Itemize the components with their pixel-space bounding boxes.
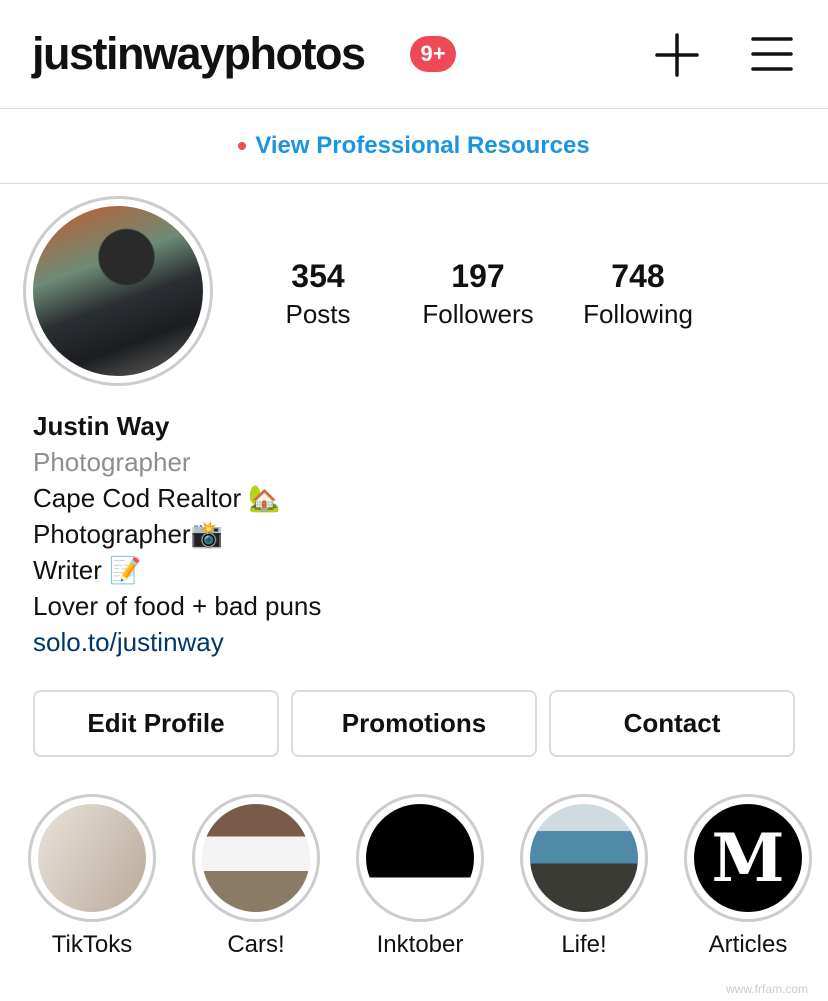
stat-followers[interactable]: 197 Followers bbox=[398, 258, 558, 330]
stat-posts[interactable]: 354 Posts bbox=[238, 258, 398, 330]
medium-logo-icon: M bbox=[694, 804, 802, 912]
contact-button[interactable]: Contact bbox=[549, 690, 795, 757]
avatar[interactable] bbox=[23, 196, 213, 386]
highlight-inktober[interactable]: Inktober bbox=[356, 794, 484, 959]
stat-label: Posts bbox=[285, 299, 351, 329]
bio: Justin Way Photographer Cape Cod Realtor… bbox=[33, 408, 321, 660]
highlight-life[interactable]: Life! bbox=[520, 794, 648, 959]
stat-label: Following bbox=[583, 299, 693, 329]
promotions-button[interactable]: Promotions bbox=[291, 690, 537, 757]
stat-value: 354 bbox=[291, 258, 345, 294]
dot-icon bbox=[238, 141, 247, 150]
pro-label: View Professional Resources bbox=[255, 131, 590, 159]
highlight-articles[interactable]: M Articles bbox=[684, 794, 812, 959]
stat-value: 748 bbox=[611, 258, 665, 294]
bio-line: Lover of food + bad puns bbox=[33, 591, 322, 621]
bio-line: Cape Cod Realtor 🏡 bbox=[33, 483, 281, 513]
professional-resources-link[interactable]: View Professional Resources bbox=[0, 108, 828, 183]
display-name: Justin Way bbox=[33, 411, 170, 441]
notification-badge[interactable]: 9+ bbox=[410, 36, 456, 72]
highlight-label: TikToks bbox=[51, 931, 133, 958]
category: Photographer bbox=[33, 447, 191, 477]
bio-line: Photographer📸 bbox=[33, 519, 223, 549]
highlight-label: Cars! bbox=[227, 931, 285, 958]
stat-value: 197 bbox=[451, 258, 505, 294]
stat-label: Followers bbox=[422, 299, 534, 329]
divider bbox=[0, 183, 828, 184]
highlight-label: Inktober bbox=[376, 931, 464, 958]
highlight-label: Articles bbox=[708, 931, 788, 958]
menu-icon[interactable] bbox=[751, 36, 793, 72]
plus-icon[interactable] bbox=[655, 33, 699, 77]
watermark: www.frfam.com bbox=[725, 982, 808, 996]
username-title[interactable]: justinwayphotos bbox=[32, 28, 366, 80]
highlight-tiktoks[interactable]: TikToks bbox=[28, 794, 156, 959]
bio-line: Writer 📝 bbox=[33, 555, 142, 585]
stat-following[interactable]: 748 Following bbox=[558, 258, 718, 330]
bio-link[interactable]: solo.to/justinway bbox=[33, 627, 224, 657]
edit-profile-button[interactable]: Edit Profile bbox=[33, 690, 279, 757]
highlight-cars[interactable]: Cars! bbox=[192, 794, 320, 959]
highlight-label: Life! bbox=[561, 931, 607, 958]
